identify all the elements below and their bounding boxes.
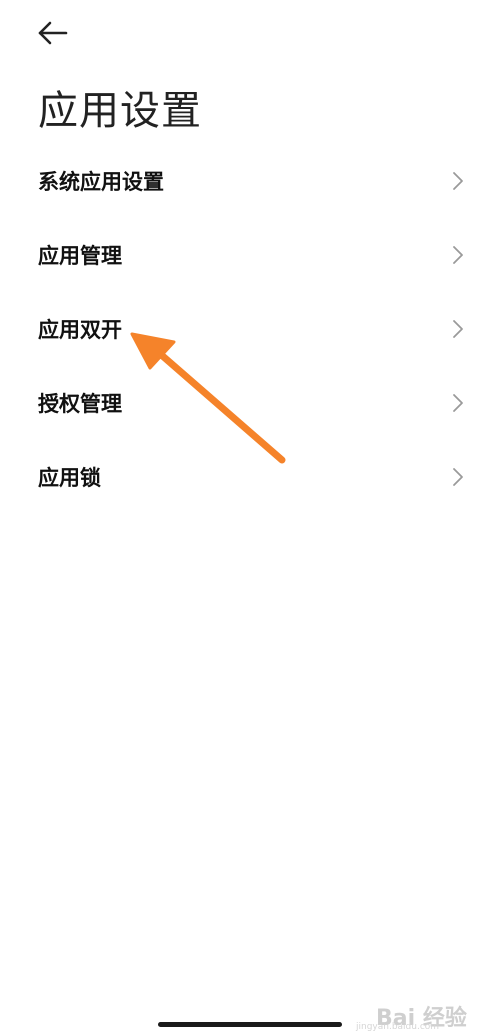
page-title: 应用设置 (38, 88, 202, 134)
menu-item-app-lock[interactable]: 应用锁 (0, 440, 500, 514)
menu-item-label: 授权管理 (38, 392, 122, 416)
chevron-right-icon (453, 246, 463, 264)
menu-item-system-app-settings[interactable]: 系统应用设置 (0, 144, 500, 218)
menu-item-label: 系统应用设置 (38, 170, 164, 194)
chevron-right-icon (453, 320, 463, 338)
back-button[interactable] (36, 18, 72, 48)
settings-menu-list: 系统应用设置 应用管理 应用双开 授权管理 应用锁 (0, 144, 500, 514)
menu-item-permission-management[interactable]: 授权管理 (0, 366, 500, 440)
menu-item-label: 应用双开 (38, 318, 122, 342)
menu-item-dual-apps[interactable]: 应用双开 (0, 292, 500, 366)
watermark-url: jingyan.baidu.com (356, 1022, 440, 1032)
chevron-right-icon (453, 394, 463, 412)
menu-item-label: 应用锁 (38, 466, 101, 490)
menu-item-label: 应用管理 (38, 244, 122, 268)
watermark: Bai 经验 jingyan.baidu.com (356, 1000, 494, 1034)
menu-item-app-management[interactable]: 应用管理 (0, 218, 500, 292)
chevron-right-icon (453, 172, 463, 190)
chevron-right-icon (453, 468, 463, 486)
arrow-left-icon (38, 21, 68, 45)
home-indicator[interactable] (158, 1022, 342, 1027)
